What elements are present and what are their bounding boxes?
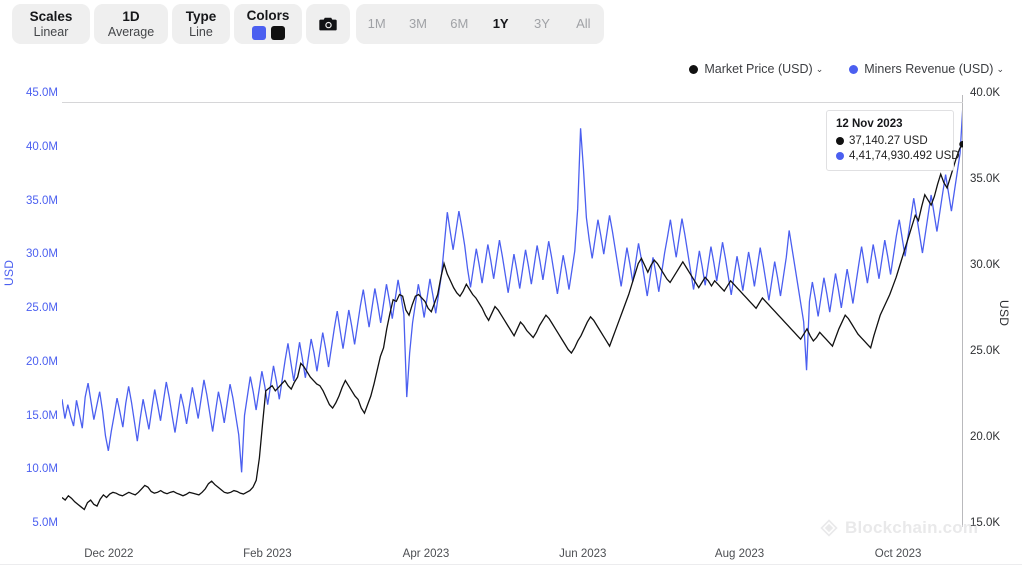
- color-swatch-market-price[interactable]: [271, 26, 285, 40]
- tooltip-dot-miners-revenue: [836, 152, 844, 160]
- camera-icon: [319, 16, 338, 32]
- tooltip-value-market-price: 37,140.27 USD: [849, 135, 928, 147]
- scales-button-title: Scales: [30, 9, 73, 24]
- x-axis-tick: Oct 2023: [848, 548, 948, 560]
- range-button-6m[interactable]: 6M: [439, 4, 480, 44]
- time-range-group[interactable]: 1M 3M 6M 1Y 3Y All: [356, 4, 604, 44]
- colors-button-title: Colors: [247, 8, 290, 23]
- chart-page: Scales Linear 1D Average Type Line Color…: [0, 0, 1022, 573]
- x-axis-tick: Feb 2023: [217, 548, 317, 560]
- screenshot-button[interactable]: [306, 4, 350, 44]
- y-axis-left-tick: 15.0M: [14, 410, 58, 422]
- y-axis-left-tick: 25.0M: [14, 302, 58, 314]
- x-axis-tick: Dec 2022: [59, 548, 159, 560]
- type-button[interactable]: Type Line: [172, 4, 230, 44]
- tooltip-value-miners-revenue: 4,41,74,930.492 USD: [849, 150, 960, 162]
- y-axis-left-tick: 40.0M: [14, 141, 58, 153]
- y-axis-left-title: USD: [2, 260, 16, 286]
- range-button-all[interactable]: All: [563, 4, 604, 44]
- legend-item-market-price[interactable]: Market Price (USD) ⌄: [689, 62, 823, 76]
- y-axis-right-tick: 30.0K: [970, 259, 1000, 271]
- color-swatches[interactable]: [252, 26, 285, 40]
- chart-toolbar: Scales Linear 1D Average Type Line Color…: [0, 0, 1022, 48]
- y-axis-left-tick: 20.0M: [14, 356, 58, 368]
- x-axis-tick: Aug 2023: [690, 548, 790, 560]
- legend-dot-market-price: [689, 65, 698, 74]
- tooltip-row-miners-revenue: 4,41,74,930.492 USD: [836, 150, 944, 162]
- blockchain-diamond-logo: [820, 519, 838, 537]
- watermark-text: Blockchain.com: [845, 518, 978, 538]
- scales-button[interactable]: Scales Linear: [12, 4, 90, 44]
- watermark: Blockchain.com: [820, 518, 978, 538]
- legend-label-market-price: Market Price (USD): [704, 62, 812, 76]
- y-axis-left-tick: 35.0M: [14, 195, 58, 207]
- x-axis-tick: Apr 2023: [376, 548, 476, 560]
- x-axis-tick: Jun 2023: [533, 548, 633, 560]
- interval-button-title: 1D: [122, 9, 139, 24]
- scales-button-value: Linear: [34, 25, 69, 40]
- y-axis-left-tick: 5.0M: [14, 517, 58, 529]
- y-axis-right-tick: 25.0K: [970, 345, 1000, 357]
- y-axis-left-tick: 10.0M: [14, 463, 58, 475]
- tooltip-dot-market-price: [836, 137, 844, 145]
- chevron-down-icon[interactable]: ⌄: [996, 64, 1004, 75]
- range-button-3y[interactable]: 3Y: [521, 4, 562, 44]
- type-button-value: Line: [189, 25, 213, 40]
- interval-button[interactable]: 1D Average: [94, 4, 168, 44]
- color-swatch-miners-revenue[interactable]: [252, 26, 266, 40]
- y-axis-right-title: USD: [997, 300, 1011, 326]
- y-axis-left-tick: 30.0M: [14, 248, 58, 260]
- y-axis-right-tick: 40.0K: [970, 87, 1000, 99]
- series-line-market-price: [62, 144, 963, 509]
- y-axis-left-tick: 45.0M: [14, 87, 58, 99]
- type-button-title: Type: [186, 9, 217, 24]
- range-button-3m[interactable]: 3M: [397, 4, 438, 44]
- y-axis-right-tick: 35.0K: [970, 173, 1000, 185]
- legend-dot-miners-revenue: [849, 65, 858, 74]
- legend-item-miners-revenue[interactable]: Miners Revenue (USD) ⌄: [849, 62, 1004, 76]
- colors-button[interactable]: Colors: [234, 4, 302, 44]
- bottom-border: [0, 564, 1022, 565]
- tooltip-date: 12 Nov 2023: [836, 118, 944, 130]
- legend-label-miners-revenue: Miners Revenue (USD): [864, 62, 993, 76]
- gridline-top: [62, 102, 963, 103]
- chart-legend: Market Price (USD) ⌄ Miners Revenue (USD…: [689, 62, 1004, 76]
- tooltip-row-market-price: 37,140.27 USD: [836, 135, 944, 147]
- range-button-1y[interactable]: 1Y: [480, 4, 521, 44]
- chevron-down-icon[interactable]: ⌄: [816, 64, 824, 75]
- y-axis-right-tick: 20.0K: [970, 431, 1000, 443]
- hover-tooltip: 12 Nov 2023 37,140.27 USD 4,41,74,930.49…: [826, 110, 954, 171]
- interval-button-value: Average: [108, 25, 154, 40]
- range-button-1m[interactable]: 1M: [356, 4, 397, 44]
